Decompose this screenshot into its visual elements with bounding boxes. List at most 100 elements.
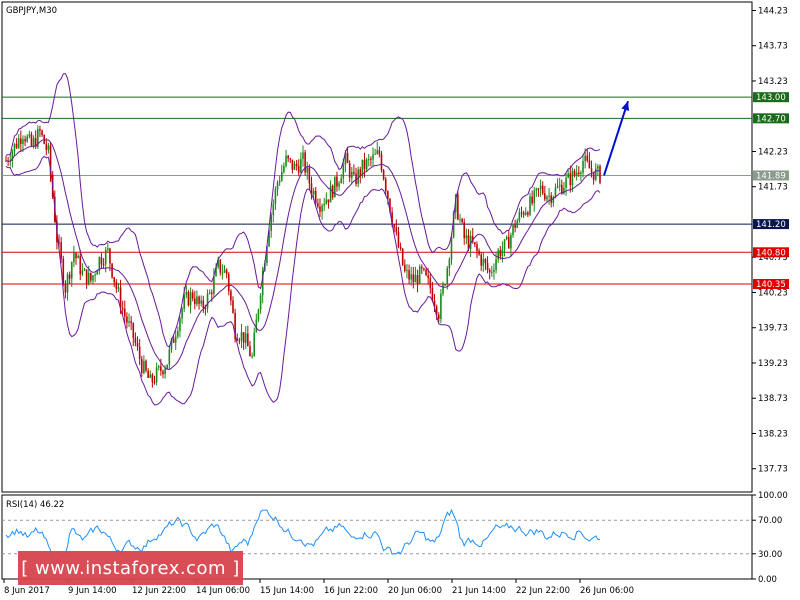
y-tick-label: 143.23 xyxy=(758,77,788,87)
candle-body xyxy=(480,254,482,266)
x-tick-label: 15 Jun 14:00 xyxy=(260,586,314,596)
candle-body xyxy=(520,212,523,214)
y-tick-label: 137.73 xyxy=(758,465,788,475)
candle-body xyxy=(270,215,272,231)
candle-body xyxy=(314,190,317,204)
candle-body xyxy=(446,268,449,285)
candle-body xyxy=(232,300,234,313)
candle-body xyxy=(295,163,298,166)
rsi-tick-label: 0.00 xyxy=(758,575,777,585)
candle-body xyxy=(501,249,504,257)
candle-body xyxy=(162,370,164,375)
candle-body xyxy=(45,143,48,150)
candle-body xyxy=(372,154,374,160)
candle-body xyxy=(244,333,247,343)
candle-body xyxy=(153,382,156,384)
candle-body xyxy=(257,309,260,320)
candle-body xyxy=(130,321,132,323)
candle-body xyxy=(291,159,294,170)
candle-body xyxy=(113,277,115,283)
candle-body xyxy=(516,220,519,228)
candle-body xyxy=(278,180,281,183)
candle-body xyxy=(206,293,209,309)
candle-body xyxy=(599,166,601,183)
candle-body xyxy=(24,139,26,142)
y-tick-label: 139.23 xyxy=(758,359,788,369)
rsi-tick-label: 30.00 xyxy=(758,550,782,560)
candle-body xyxy=(495,259,497,270)
candle-body xyxy=(350,171,353,178)
price-level-label: 140.80 xyxy=(756,248,786,258)
candle-body xyxy=(230,290,232,301)
candle-body xyxy=(308,167,311,184)
candle-body xyxy=(81,270,84,275)
candle-body xyxy=(285,155,287,166)
candle-body xyxy=(145,360,147,371)
candle-body xyxy=(569,173,572,186)
candle-body xyxy=(488,269,491,273)
candle-body xyxy=(172,338,175,343)
candle-body xyxy=(238,340,241,342)
candle-body xyxy=(416,275,419,285)
candle-body xyxy=(317,203,319,207)
candle-body xyxy=(588,160,591,169)
candle-body xyxy=(198,296,200,304)
candle-body xyxy=(225,269,228,275)
y-tick-label: 143.73 xyxy=(758,42,788,52)
candle-body xyxy=(573,170,576,176)
candle-body xyxy=(304,152,306,173)
candle-body xyxy=(541,185,544,194)
candle-body xyxy=(527,212,529,215)
candle-body xyxy=(185,292,188,295)
candle-body xyxy=(597,166,599,169)
candle-body xyxy=(323,203,326,206)
candle-body xyxy=(132,322,135,338)
candle-body xyxy=(280,171,283,181)
candle-body xyxy=(85,269,88,285)
candle-body xyxy=(594,168,597,180)
candle-body xyxy=(124,308,126,317)
candle-body xyxy=(274,189,277,204)
watermark-banner: [ www.instaforex.com ] xyxy=(18,551,243,585)
candle-body xyxy=(312,190,315,195)
candle-body xyxy=(380,154,383,171)
candle-body xyxy=(410,274,412,280)
candle-body xyxy=(187,292,190,306)
candle-body xyxy=(191,292,194,299)
candle-body xyxy=(140,359,143,373)
candle-body xyxy=(539,185,542,190)
candle-body xyxy=(79,255,82,275)
y-tick-label: 139.73 xyxy=(758,324,788,334)
candle-body xyxy=(577,172,580,175)
candle-body xyxy=(251,355,253,357)
candle-body xyxy=(94,274,96,276)
candle-body xyxy=(60,242,62,259)
candle-body xyxy=(319,206,321,212)
candle-body xyxy=(96,271,99,275)
candle-body xyxy=(397,232,400,247)
candle-body xyxy=(484,259,487,264)
candle-body xyxy=(544,193,546,200)
x-tick-label: 8 Jun 2017 xyxy=(4,586,50,596)
candle-body xyxy=(90,272,92,281)
candle-body xyxy=(87,272,90,285)
candle-body xyxy=(134,337,137,343)
candle-body xyxy=(174,336,177,343)
candle-body xyxy=(68,274,71,279)
candle-body xyxy=(287,155,289,159)
candle-body xyxy=(64,283,67,293)
candle-body xyxy=(104,249,107,265)
x-tick-label: 9 Jun 14:00 xyxy=(68,586,117,596)
candle-body xyxy=(247,333,249,347)
candle-body xyxy=(83,269,86,271)
candle-body xyxy=(160,366,162,371)
candle-body xyxy=(242,332,245,343)
candle-body xyxy=(177,331,179,337)
candle-body xyxy=(20,138,22,144)
price-level-label: 142.70 xyxy=(756,114,786,124)
candle-body xyxy=(283,165,285,172)
candle-body xyxy=(387,191,389,199)
candle-body xyxy=(155,367,158,383)
candle-body xyxy=(363,159,366,170)
candle-body xyxy=(514,224,516,228)
